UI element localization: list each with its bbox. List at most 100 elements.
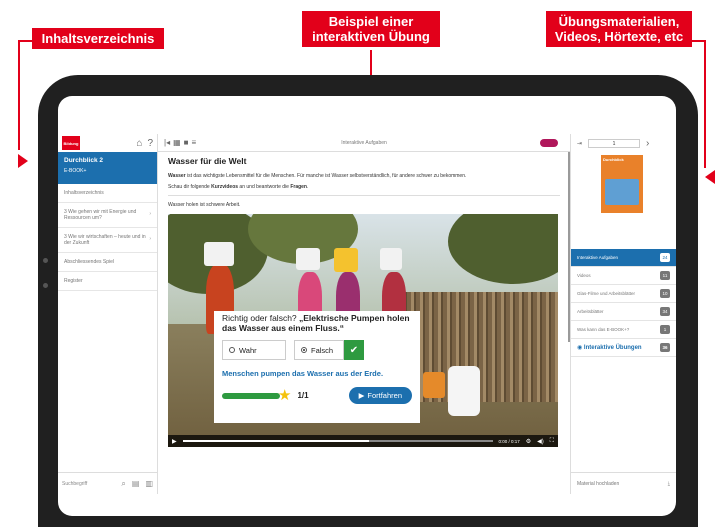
brand-circle-icon: ◉ [577, 345, 583, 351]
materials-panel: ⇥ 1 › Durchblick Interaktive Aufgaben 24 … [570, 134, 676, 494]
task-bold-questions: Fragen [290, 184, 307, 190]
quiz-options: Wahr Falsch ✔ [222, 340, 412, 360]
sidebar-item-register[interactable]: Register [58, 272, 157, 291]
upload-bar: Material hochladen ⤓ [571, 472, 676, 494]
video-bucket [334, 248, 358, 272]
material-item-label: Arbeitsblätter [577, 309, 604, 314]
continue-button[interactable]: ▶ Fortfahren [348, 387, 412, 404]
upload-material-link[interactable]: Material hochladen [577, 481, 619, 487]
upload-icon[interactable]: ⤓ [668, 481, 670, 487]
task-suffix: . [306, 184, 309, 190]
sidebar-item-game[interactable]: Abschliessendes Spiel [58, 253, 157, 272]
main-content: Wasser für die Welt Wasser ist das wicht… [158, 152, 570, 494]
quiz-question: Richtig oder falsch? „Elektrische Pumpen… [222, 313, 412, 333]
publisher-logo[interactable]: Bildung [62, 136, 80, 150]
material-item-interactive-tasks[interactable]: Interaktive Aufgaben 24 [571, 249, 676, 267]
collapse-icon[interactable]: |◂ [164, 138, 170, 147]
callout-toc-label: Inhaltsverzeichnis [41, 31, 155, 46]
option-true-label: Wahr [239, 345, 257, 355]
video-progress[interactable] [182, 440, 493, 442]
quiz-footer: ★ 1/1 ▶ Fortfahren [222, 387, 412, 404]
material-item-worksheets[interactable]: Arbeitsblätter 34 [571, 303, 676, 321]
toolbar-title: Interaktive Aufgaben [341, 139, 387, 146]
search-bar: Suchbegriff ⌕ ▤ ▥ [58, 472, 157, 494]
count-badge: 1 [660, 325, 670, 334]
materials-list: Interaktive Aufgaben 24 Videos 11 Glas-Fil… [571, 249, 676, 357]
cover-title: Durchblick [603, 157, 624, 162]
search-icon[interactable]: ⌕ [121, 479, 125, 489]
volume-icon[interactable]: ◀) [537, 438, 544, 445]
callout-materials-line2: Videos, Hörtexte, etc [554, 29, 684, 44]
play-icon[interactable]: ▶ [172, 438, 177, 445]
search-input[interactable]: Suchbegriff [62, 481, 87, 487]
count-badge: 10 [660, 289, 670, 298]
quiz-progress-bar [222, 392, 280, 399]
intro-rest: ist das wichtigste Lebensmittel für die … [185, 173, 467, 179]
task-bold-videos: Kurzvideos [211, 184, 239, 190]
chevron-right-icon[interactable]: › [646, 138, 649, 149]
material-item-films[interactable]: Glas-Filme und Arbeitsblätter 10 [571, 285, 676, 303]
sidebar-item-economy[interactable]: 3 Wie wir wirtschaften – heute und in de… [58, 228, 157, 253]
sidebar-item-toc[interactable]: Inhaltsverzeichnis [58, 184, 157, 203]
material-item-interactive-exercises[interactable]: ◉ Interaktive Übungen 36 [571, 339, 676, 357]
callout-exercise: Beispiel einer interaktiven Übung [302, 11, 440, 47]
arrow-right-icon [18, 154, 28, 168]
radio-selected-icon [301, 347, 307, 353]
list-view-icon[interactable]: ≡ [192, 138, 197, 147]
video-caption: Wasser holen ist schwere Arbeit. [168, 202, 241, 208]
connector-line [18, 40, 34, 42]
toolbar: |◂ ▦ ■ ≡ Interaktive Aufgaben [158, 134, 570, 152]
page-number-input[interactable]: 1 [588, 138, 641, 148]
option-false[interactable]: Falsch [294, 340, 344, 360]
sidebar-item-energy[interactable]: 3 Wie gehen wir mit Energie und Ressourc… [58, 203, 157, 228]
connector-line [704, 40, 706, 168]
callout-exercise-line1: Beispiel einer [328, 14, 414, 29]
sensor-dot [43, 283, 48, 288]
copy-icon[interactable]: ▤ [132, 479, 140, 489]
count-badge: 36 [660, 343, 670, 352]
help-icon[interactable]: ? [147, 138, 153, 149]
material-item-about[interactable]: Was kann das E-BOOK+? 1 [571, 321, 676, 339]
cover-image [605, 179, 639, 205]
video-canister [448, 366, 480, 416]
play-icon: ▶ [358, 391, 365, 400]
material-item-label: Glas-Filme und Arbeitsblätter [577, 291, 636, 296]
sidebar-item-label: Register [64, 278, 83, 284]
count-badge: 24 [660, 253, 670, 262]
count-badge: 11 [660, 271, 670, 280]
arrow-left-icon [705, 170, 715, 184]
book-subtitle: E-BOOK+ [64, 168, 87, 174]
video-bucket [204, 242, 234, 266]
book-card[interactable]: Durchblick 2 E-BOOK+ [58, 152, 157, 184]
view-toggle[interactable] [540, 139, 558, 147]
callout-exercise-line2: interaktiven Übung [312, 29, 430, 44]
connector-line [18, 40, 20, 150]
material-item-label: Interaktive Übungen [583, 345, 642, 351]
home-icon[interactable]: ⌂ [136, 138, 142, 149]
pages-icon[interactable]: ▥ [145, 479, 153, 489]
option-true[interactable]: Wahr [222, 340, 286, 360]
tile-view-icon[interactable]: ■ [184, 138, 189, 147]
page-navigator: ⇥ 1 › [571, 134, 676, 152]
fullscreen-icon[interactable]: ⛶ [550, 438, 554, 445]
continue-button-label: Fortfahren [367, 391, 402, 400]
material-item-label: Was kann das E-BOOK+? [577, 327, 630, 332]
callout-toc: Inhaltsverzeichnis [32, 28, 164, 49]
book-cover[interactable]: Durchblick [601, 155, 643, 213]
quiz-question-prefix: Richtig oder falsch? [222, 313, 300, 323]
chevron-right-icon: › [149, 211, 151, 217]
material-item-videos[interactable]: Videos 11 [571, 267, 676, 285]
intro-text: Wasser ist das wichtigste Lebensmittel f… [168, 173, 560, 179]
grid-view-icon[interactable]: ▦ [173, 138, 181, 147]
intro-bold: Wasser [168, 173, 186, 179]
video-player[interactable]: Richtig oder falsch? „Elektrische Pumpen… [168, 214, 558, 447]
video-progress-fill [182, 440, 369, 442]
settings-icon[interactable]: ⚙ [526, 438, 531, 445]
collapse-right-icon[interactable]: ⇥ [577, 140, 582, 147]
quiz-feedback: Menschen pumpen das Wasser aus der Erde. [222, 369, 384, 378]
task-text: Schau dir folgende Kurzvideos an und bea… [168, 184, 560, 190]
sidebar: Bildung ⌂ ? Durchblick 2 E-BOOK+ Inhalts… [58, 134, 158, 494]
checkmark-icon: ✔ [344, 340, 364, 360]
star-icon: ★ [278, 387, 292, 404]
video-bucket [380, 248, 402, 270]
